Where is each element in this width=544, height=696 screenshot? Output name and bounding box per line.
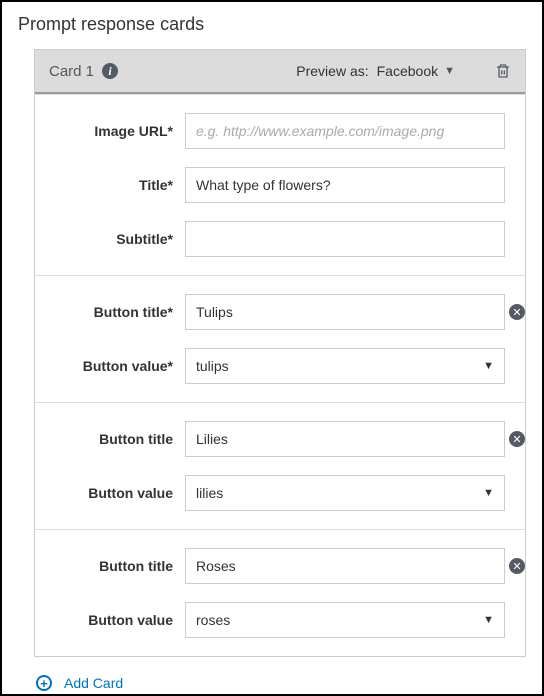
title-label: Title* [35,177,185,193]
card-title: Card 1 [49,63,94,80]
add-card-label: Add Card [64,675,123,691]
button-value-label: Button value [35,612,185,628]
button-value-selected: tulips [196,358,229,374]
subtitle-input[interactable] [185,221,505,257]
button-title-input[interactable] [185,294,505,330]
button-title-input[interactable] [185,548,505,584]
button-value-selected: roses [196,612,230,628]
button-value-select[interactable]: lilies ▼ [185,475,505,511]
remove-button-icon[interactable]: ✕ [509,304,525,320]
preview-as-value[interactable]: Facebook [377,63,438,79]
button-value-select[interactable]: tulips ▼ [185,348,505,384]
button-value-selected: lilies [196,485,223,501]
caret-down-icon: ▼ [483,614,494,626]
caret-down-icon: ▼ [483,487,494,499]
button-title-label: Button title [35,431,185,447]
button-title-input[interactable] [185,421,505,457]
button-section-1: Button title ✕ Button value lilies ▼ [35,402,525,529]
button-title-label: Button title [35,558,185,574]
title-input[interactable] [185,167,505,203]
info-icon[interactable]: i [102,63,118,79]
trash-icon[interactable] [495,62,511,80]
button-section-0: Button title* ✕ Button value* tulips ▼ [35,275,525,402]
add-card-button[interactable]: + Add Card [36,675,526,691]
caret-down-icon: ▼ [483,360,494,372]
card-header: Card 1 i Preview as: Facebook ▼ [35,50,525,94]
card-main-section: Image URL* Title* Subtitle* [35,94,525,275]
button-value-label: Button value* [35,358,185,374]
plus-icon: + [36,675,52,691]
response-card: Card 1 i Preview as: Facebook ▼ Image UR… [34,49,526,657]
remove-button-icon[interactable]: ✕ [509,431,525,447]
button-value-label: Button value [35,485,185,501]
caret-down-icon[interactable]: ▼ [444,65,455,77]
image-url-label: Image URL* [35,123,185,139]
image-url-input[interactable] [185,113,505,149]
button-title-label: Button title* [35,304,185,320]
subtitle-label: Subtitle* [35,231,185,247]
button-section-2: Button title ✕ Button value roses ▼ [35,529,525,656]
remove-button-icon[interactable]: ✕ [509,558,525,574]
page-title: Prompt response cards [18,14,526,35]
button-value-select[interactable]: roses ▼ [185,602,505,638]
preview-as-label: Preview as: [296,63,368,79]
